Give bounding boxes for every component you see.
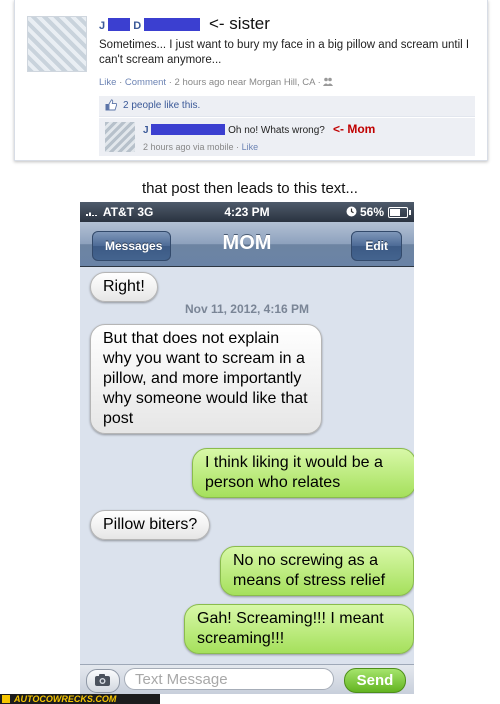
message-bubble-outgoing[interactable]: I think liking it would be a person who … [192,448,414,498]
message-bubble-incoming[interactable]: But that does not explain why you want t… [90,324,322,434]
message-timestamp: Nov 11, 2012, 4:16 PM [184,302,310,316]
post-author-avatar[interactable] [27,16,87,72]
battery-icon [388,207,411,218]
camera-icon [95,674,110,686]
post-author-name[interactable]: J D [99,18,201,32]
facebook-post: J D <- sister Sometimes... I just want t… [14,0,488,161]
likes-count-link[interactable]: 2 people like this. [123,100,200,111]
send-button[interactable]: Send [344,668,406,693]
post-text: Sometimes... I just want to bury my face… [99,39,470,66]
sister-annotation: <- sister [209,14,270,33]
comment-meta: 2 hours ago via mobile · Like [143,142,259,152]
comment: J Oh no! Whats wrong? <- Mom 2 hours ago… [99,118,475,156]
iphone-messages-screen: AT&T 3G 4:23 PM 56% Messages MOM Edit Ri… [80,202,414,694]
friends-icon [323,77,334,86]
thumbs-up-icon [105,99,117,111]
edit-button[interactable]: Edit [351,231,402,261]
status-bar: AT&T 3G 4:23 PM 56% [80,202,414,222]
comment-author-avatar[interactable] [105,122,135,152]
redaction-bar [108,18,131,31]
nav-bar: Messages MOM Edit [80,222,414,267]
redaction-bar [151,124,226,135]
site-watermark: AUTOCOWRECKS.COM [0,694,160,704]
compose-bar: Send [80,664,414,694]
mom-annotation: <- Mom [333,122,376,136]
comment-like-link[interactable]: Like [242,142,259,152]
comment-body: J Oh no! Whats wrong? [143,124,325,136]
clock-icon [346,206,357,217]
battery-percent: 56% [346,205,384,219]
like-link[interactable]: Like [99,77,116,88]
comment-text: Oh no! Whats wrong? [228,125,325,136]
message-bubble-outgoing[interactable]: Gah! Screaming!!! I meant screaming!!! [184,604,414,654]
post-meta: Like · Comment · 2 hours ago near Morgan… [99,77,334,88]
message-bubble-outgoing[interactable]: No no screwing as a means of stress reli… [220,546,414,596]
logo-icon [2,695,10,703]
redaction-bar [144,18,201,31]
message-bubble-incoming[interactable]: Pillow biters? [90,510,211,540]
likes-summary: 2 people like this. [99,96,475,117]
comment-link[interactable]: Comment [125,77,166,88]
caption: that post then leads to this text... [142,180,358,197]
message-input[interactable] [124,668,334,690]
camera-button[interactable] [86,669,120,693]
message-bubble-incoming[interactable]: Right! [90,272,158,302]
